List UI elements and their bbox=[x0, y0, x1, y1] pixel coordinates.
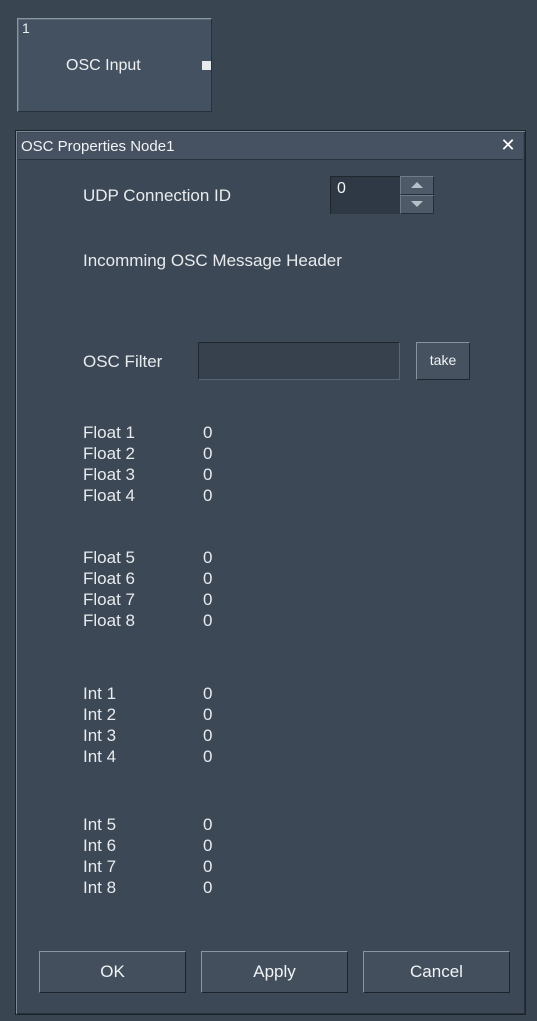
value-row: Float 1 0 bbox=[83, 422, 283, 443]
value-name: Int 5 bbox=[83, 815, 117, 834]
int-group-1: Int 1 0 Int 2 0 Int 3 0 Int 4 0 bbox=[83, 683, 283, 767]
value-row: Int 8 0 bbox=[83, 877, 283, 898]
value-number: 0 bbox=[203, 444, 213, 463]
value-name: Int 3 bbox=[83, 726, 117, 745]
value-name: Int 4 bbox=[83, 747, 117, 766]
value-number: 0 bbox=[203, 423, 213, 442]
udp-connection-spinner[interactable]: 0 bbox=[330, 176, 434, 214]
value-number: 0 bbox=[203, 705, 213, 724]
value-number: 0 bbox=[203, 857, 213, 876]
spin-up-button[interactable] bbox=[400, 176, 434, 195]
value-name: Float 5 bbox=[83, 548, 135, 567]
value-name: Float 3 bbox=[83, 465, 135, 484]
osc-input-node[interactable]: 1 OSC Input bbox=[17, 18, 212, 112]
value-row: Int 7 0 bbox=[83, 856, 283, 877]
int-group-2: Int 5 0 Int 6 0 Int 7 0 Int 8 0 bbox=[83, 814, 283, 898]
value-name: Float 1 bbox=[83, 423, 135, 442]
value-name: Int 7 bbox=[83, 857, 117, 876]
close-icon[interactable]: ✕ bbox=[499, 136, 517, 154]
value-number: 0 bbox=[203, 465, 213, 484]
take-button[interactable]: take bbox=[416, 342, 470, 380]
value-number: 0 bbox=[203, 590, 213, 609]
value-number: 0 bbox=[203, 815, 213, 834]
value-number: 0 bbox=[203, 569, 213, 588]
value-name: Int 1 bbox=[83, 684, 117, 703]
value-name: Float 6 bbox=[83, 569, 135, 588]
value-row: Float 7 0 bbox=[83, 589, 283, 610]
value-name: Int 2 bbox=[83, 705, 117, 724]
value-row: Float 2 0 bbox=[83, 443, 283, 464]
value-name: Float 8 bbox=[83, 611, 135, 630]
value-row: Int 2 0 bbox=[83, 704, 283, 725]
value-row: Float 5 0 bbox=[83, 547, 283, 568]
value-number: 0 bbox=[203, 836, 213, 855]
value-number: 0 bbox=[203, 878, 213, 897]
osc-filter-input[interactable] bbox=[198, 342, 400, 380]
value-row: Int 6 0 bbox=[83, 835, 283, 856]
float-group-2: Float 5 0 Float 6 0 Float 7 0 Float 8 0 bbox=[83, 547, 283, 631]
value-name: Int 8 bbox=[83, 878, 117, 897]
value-number: 0 bbox=[203, 726, 213, 745]
spin-down-button[interactable] bbox=[400, 195, 434, 214]
message-header-label: Incomming OSC Message Header bbox=[83, 251, 342, 270]
apply-button[interactable]: Apply bbox=[201, 951, 348, 993]
value-name: Float 2 bbox=[83, 444, 135, 463]
osc-properties-dialog: OSC Properties Node1 ✕ UDP Connection ID… bbox=[15, 130, 526, 1015]
value-number: 0 bbox=[203, 486, 213, 505]
value-row: Float 3 0 bbox=[83, 464, 283, 485]
triangle-up-icon bbox=[411, 182, 423, 188]
value-row: Int 3 0 bbox=[83, 725, 283, 746]
value-row: Float 6 0 bbox=[83, 568, 283, 589]
value-name: Float 4 bbox=[83, 486, 135, 505]
osc-filter-label: OSC Filter bbox=[83, 352, 163, 371]
dialog-title: OSC Properties Node1 bbox=[21, 138, 175, 155]
node-output-port[interactable] bbox=[202, 61, 211, 70]
value-number: 0 bbox=[203, 611, 213, 630]
float-group-1: Float 1 0 Float 2 0 Float 3 0 Float 4 0 bbox=[83, 422, 283, 506]
value-name: Float 7 bbox=[83, 590, 135, 609]
value-row: Int 1 0 bbox=[83, 683, 283, 704]
udp-connection-label: UDP Connection ID bbox=[83, 186, 232, 205]
dialog-titlebar[interactable]: OSC Properties Node1 ✕ bbox=[18, 133, 523, 160]
value-number: 0 bbox=[203, 684, 213, 703]
triangle-down-icon bbox=[411, 201, 423, 207]
ok-button[interactable]: OK bbox=[39, 951, 186, 993]
value-row: Float 4 0 bbox=[83, 485, 283, 506]
node-title: OSC Input bbox=[66, 57, 141, 74]
value-row: Int 4 0 bbox=[83, 746, 283, 767]
node-index: 1 bbox=[22, 20, 30, 36]
cancel-button[interactable]: Cancel bbox=[363, 951, 510, 993]
value-row: Int 5 0 bbox=[83, 814, 283, 835]
value-number: 0 bbox=[203, 548, 213, 567]
value-name: Int 6 bbox=[83, 836, 117, 855]
value-number: 0 bbox=[203, 747, 213, 766]
value-row: Float 8 0 bbox=[83, 610, 283, 631]
udp-connection-value[interactable]: 0 bbox=[330, 176, 400, 214]
